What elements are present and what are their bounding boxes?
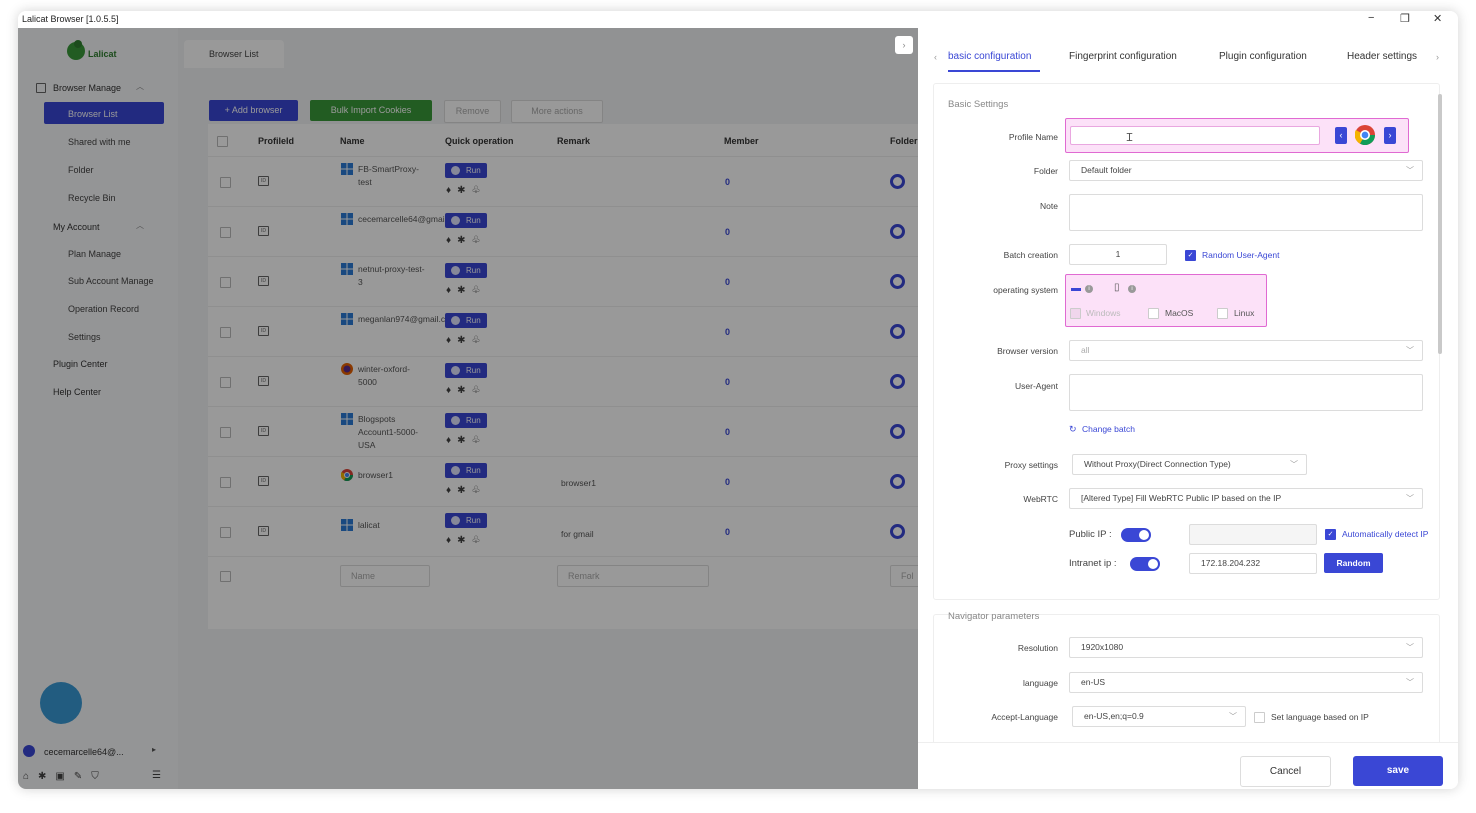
public-ip-input[interactable] <box>1189 524 1317 545</box>
close-button[interactable]: ✕ <box>1433 12 1442 25</box>
config-drawer: ‹ basic configuration Fingerprint config… <box>918 28 1458 789</box>
browser-next-button[interactable]: › <box>1384 127 1396 144</box>
user-agent-label: User-Agent <box>1015 381 1058 391</box>
note-textarea[interactable] <box>1069 194 1423 231</box>
auto-detect-ip-label[interactable]: Automatically detect IP <box>1342 529 1428 539</box>
profile-name-input[interactable] <box>1070 126 1320 145</box>
resolution-label: Resolution <box>1017 643 1058 653</box>
proxy-settings-label: Proxy settings <box>1004 460 1058 470</box>
chevron-down-icon: ﹀ <box>1406 166 1414 175</box>
note-label: Note <box>1040 201 1058 211</box>
tab-basic-configuration[interactable]: basic configuration <box>948 51 1031 62</box>
lang-by-ip-checkbox[interactable] <box>1254 712 1265 723</box>
restore-button[interactable]: ❐ <box>1400 12 1410 25</box>
modal-overlay[interactable] <box>18 28 918 789</box>
info-icon[interactable]: i <box>1085 285 1093 293</box>
tab-plugin-configuration[interactable]: Plugin configuration <box>1219 51 1307 62</box>
user-agent-textarea[interactable] <box>1069 374 1423 411</box>
accept-language-select[interactable]: en-US,en;q=0.9 ﹀ <box>1072 706 1246 727</box>
macos-label[interactable]: MacOS <box>1165 308 1193 318</box>
drawer-scrollbar[interactable] <box>1438 94 1442 354</box>
random-ua-label[interactable]: Random User-Agent <box>1202 250 1279 260</box>
browser-version-value: all <box>1081 345 1090 355</box>
auto-detect-ip-checkbox[interactable]: ✓ <box>1325 529 1336 540</box>
random-ua-checkbox[interactable]: ✓ <box>1185 250 1196 261</box>
macos-checkbox[interactable] <box>1148 308 1159 319</box>
language-value: en-US <box>1081 677 1106 687</box>
accept-language-value: en-US,en;q=0.9 <box>1084 711 1144 721</box>
lang-by-ip-label[interactable]: Set language based on IP <box>1271 712 1369 722</box>
app-window: Lalicat Browser [1.0.5.5] − ❐ ✕ Lalicat … <box>18 11 1458 789</box>
navigator-title: Navigator parameters <box>948 611 1040 622</box>
browser-version-label: Browser version <box>997 346 1058 356</box>
title-bar: Lalicat Browser [1.0.5.5] − ❐ ✕ <box>18 11 1458 28</box>
proxy-settings-select[interactable]: Without Proxy(Direct Connection Type) ﹀ <box>1072 454 1307 475</box>
mobile-icon[interactable]: ▯ <box>1114 282 1120 293</box>
language-select[interactable]: en-US ﹀ <box>1069 672 1423 693</box>
os-highlight <box>1065 274 1267 327</box>
desktop-icon[interactable]: ▬ <box>1071 283 1081 294</box>
public-ip-toggle[interactable] <box>1121 528 1151 542</box>
cancel-button[interactable]: Cancel <box>1240 756 1331 787</box>
intranet-ip-toggle[interactable] <box>1130 557 1160 571</box>
text-cursor-icon: Ｉ <box>1124 132 1135 144</box>
browser-version-select[interactable]: all ﹀ <box>1069 340 1423 361</box>
folder-select[interactable]: Default folder ﹀ <box>1069 160 1423 181</box>
chevron-down-icon: ﹀ <box>1406 346 1414 355</box>
language-label: language <box>1023 678 1058 688</box>
intranet-ip-label: Intranet ip : <box>1069 558 1117 569</box>
chevron-down-icon: ﹀ <box>1290 460 1298 469</box>
linux-label[interactable]: Linux <box>1234 308 1254 318</box>
folder-label: Folder <box>1033 166 1058 176</box>
drawer-tabs: ‹ basic configuration Fingerprint config… <box>918 28 1458 76</box>
tab-header-settings[interactable]: Header settings <box>1347 51 1417 62</box>
linux-checkbox[interactable] <box>1217 308 1228 319</box>
resolution-select[interactable]: 1920x1080 ﹀ <box>1069 637 1423 658</box>
collapse-drawer-icon[interactable]: › <box>895 36 913 54</box>
chrome-icon[interactable] <box>1355 125 1375 145</box>
proxy-value: Without Proxy(Direct Connection Type) <box>1084 459 1231 469</box>
random-ip-button[interactable]: Random <box>1324 553 1383 573</box>
webrtc-select[interactable]: [Altered Type] Fill WebRTC Public IP bas… <box>1069 488 1423 509</box>
chevron-down-icon: ﹀ <box>1229 712 1237 721</box>
accept-language-label: Accept-Language <box>991 712 1058 722</box>
chevron-left-icon[interactable]: ‹ <box>934 52 937 62</box>
folder-value: Default folder <box>1081 165 1132 175</box>
windows-label[interactable]: Windows <box>1086 308 1120 318</box>
info-icon[interactable]: i <box>1128 285 1136 293</box>
chevron-down-icon: ﹀ <box>1406 678 1414 687</box>
public-ip-label: Public IP : <box>1069 529 1112 540</box>
tab-fingerprint-configuration[interactable]: Fingerprint configuration <box>1069 51 1177 62</box>
profile-name-label: Profile Name <box>1008 132 1058 142</box>
chevron-down-icon: ﹀ <box>1406 494 1414 503</box>
batch-creation-stepper[interactable]: 1 <box>1069 244 1167 265</box>
resolution-value: 1920x1080 <box>1081 642 1124 652</box>
browser-prev-button[interactable]: ‹ <box>1335 127 1347 144</box>
os-label: operating system <box>993 285 1058 295</box>
chevron-right-icon[interactable]: › <box>1436 52 1439 62</box>
intranet-ip-input[interactable]: 172.18.204.232 <box>1189 553 1317 574</box>
window-title: Lalicat Browser [1.0.5.5] <box>22 14 119 24</box>
basic-settings-title: Basic Settings <box>948 99 1009 110</box>
batch-creation-label: Batch creation <box>1003 250 1058 260</box>
drawer-footer: Cancel save <box>918 742 1458 789</box>
minimize-button[interactable]: − <box>1368 12 1374 24</box>
webrtc-value: [Altered Type] Fill WebRTC Public IP bas… <box>1081 493 1282 503</box>
chevron-down-icon: ﹀ <box>1406 643 1414 652</box>
webrtc-label: WebRTC <box>1023 494 1058 504</box>
active-tab-indicator <box>948 70 1040 72</box>
refresh-icon[interactable]: ↻ <box>1069 424 1077 435</box>
save-button[interactable]: save <box>1353 756 1443 786</box>
change-batch-link[interactable]: Change batch <box>1082 424 1135 434</box>
windows-checkbox[interactable] <box>1070 308 1081 319</box>
